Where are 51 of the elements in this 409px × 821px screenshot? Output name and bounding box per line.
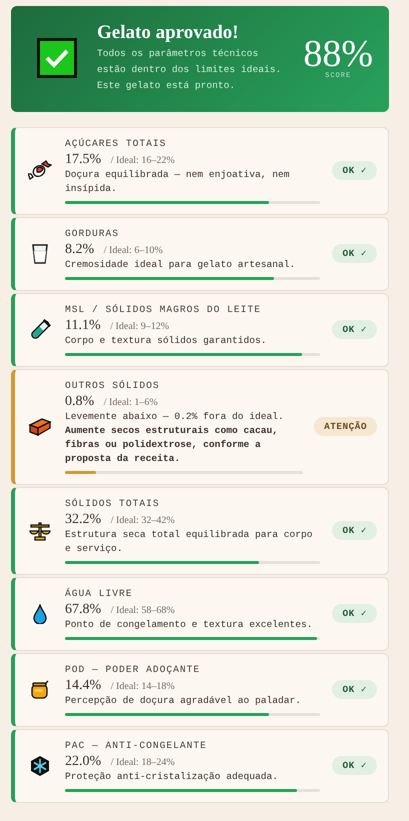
bricks-icon: [28, 416, 52, 436]
parameter-description: Corpo e textura sólidos garantidos.: [65, 334, 268, 348]
status-badge: OK ✓: [332, 756, 377, 775]
status-badge: OK ✓: [332, 604, 377, 623]
parameter-value: 11.1%: [65, 318, 101, 333]
ideal-range: / Ideal: 58–68%: [110, 605, 175, 616]
candy-icon: [28, 160, 52, 182]
parameter-value: 17.5%: [65, 152, 102, 167]
parameter-value: 8.2%: [65, 242, 94, 257]
water-drop-icon: [33, 604, 47, 624]
score-value: 88%: [303, 36, 373, 72]
ideal-range: / Ideal: 18–24%: [110, 757, 175, 768]
parameter-name: MSL / SÓLIDOS MAGROS DO LEITE: [65, 303, 262, 316]
parameter-value: 22.0%: [65, 754, 102, 769]
parameter-name: SÓLIDOS TOTAIS: [65, 497, 161, 510]
parameter-description: Doçura equilibrada — nem enjoativa, nem insípida.: [65, 168, 291, 196]
banner-message: Todos os parâmetros técnicos estão dentro dos limites ideais. Este gelato está pronto.: [97, 47, 282, 93]
snowflake-icon: [29, 754, 51, 776]
status-badge: OK ✓: [332, 244, 377, 263]
parameter-value: 14.4%: [65, 678, 102, 693]
honey-pot-icon: [30, 680, 50, 700]
status-badge: OK ✓: [332, 521, 377, 540]
ideal-range: / Ideal: 32–42%: [110, 515, 175, 526]
parameter-name: AÇÚCARES TOTAIS: [65, 137, 168, 150]
banner-title: Gelato aprovado!: [97, 22, 240, 44]
checkmark-icon: [37, 38, 77, 78]
parameter-description: Proteção anti-cristalização adequada.: [65, 770, 280, 784]
status-badge: OK ✓: [332, 320, 377, 339]
ideal-range: / Ideal: 14–18%: [110, 681, 175, 692]
parameter-value: 0.8%: [65, 394, 94, 409]
status-badge: ATENÇÃO: [314, 417, 377, 436]
parameter-value: 67.8%: [65, 602, 102, 617]
parameter-description: Percepção de doçura agradável ao paladar.: [65, 694, 302, 708]
parameter-name: POD — PODER ADOÇANTE: [65, 663, 202, 676]
ideal-range: / Ideal: 16–22%: [110, 155, 175, 166]
ideal-range: / Ideal: 1–6%: [104, 397, 158, 408]
parameter-value: 32.2%: [65, 512, 102, 527]
ideal-range: / Ideal: 6–10%: [104, 245, 163, 256]
parameter-description: Estrutura seca total equilibrada para corpo e serviço.: [65, 528, 314, 556]
scales-icon: [29, 520, 51, 540]
parameter-name: PAC — ANTI-CONGELANTE: [65, 739, 208, 752]
ideal-range: / Ideal: 9–12%: [110, 321, 170, 332]
parameter-name: GORDURAS: [65, 227, 120, 240]
glass-icon: [31, 242, 49, 264]
parameter-name: ÁGUA LIVRE: [65, 587, 134, 600]
status-badge: OK ✓: [332, 680, 377, 699]
status-badge: OK ✓: [332, 161, 377, 180]
parameter-description: Levemente abaixo — 0.2% fora do ideal. Aumente secos estruturais como cacau, fibras ou polidextrose, conforme a proposta da receita.: [65, 410, 285, 466]
parameter-description: Ponto de congelamento e textura excelentes.: [65, 618, 314, 632]
parameter-name: OUTROS SÓLIDOS: [65, 379, 161, 392]
parameter-description: Cremosidade ideal para gelato artesanal.: [65, 258, 296, 272]
